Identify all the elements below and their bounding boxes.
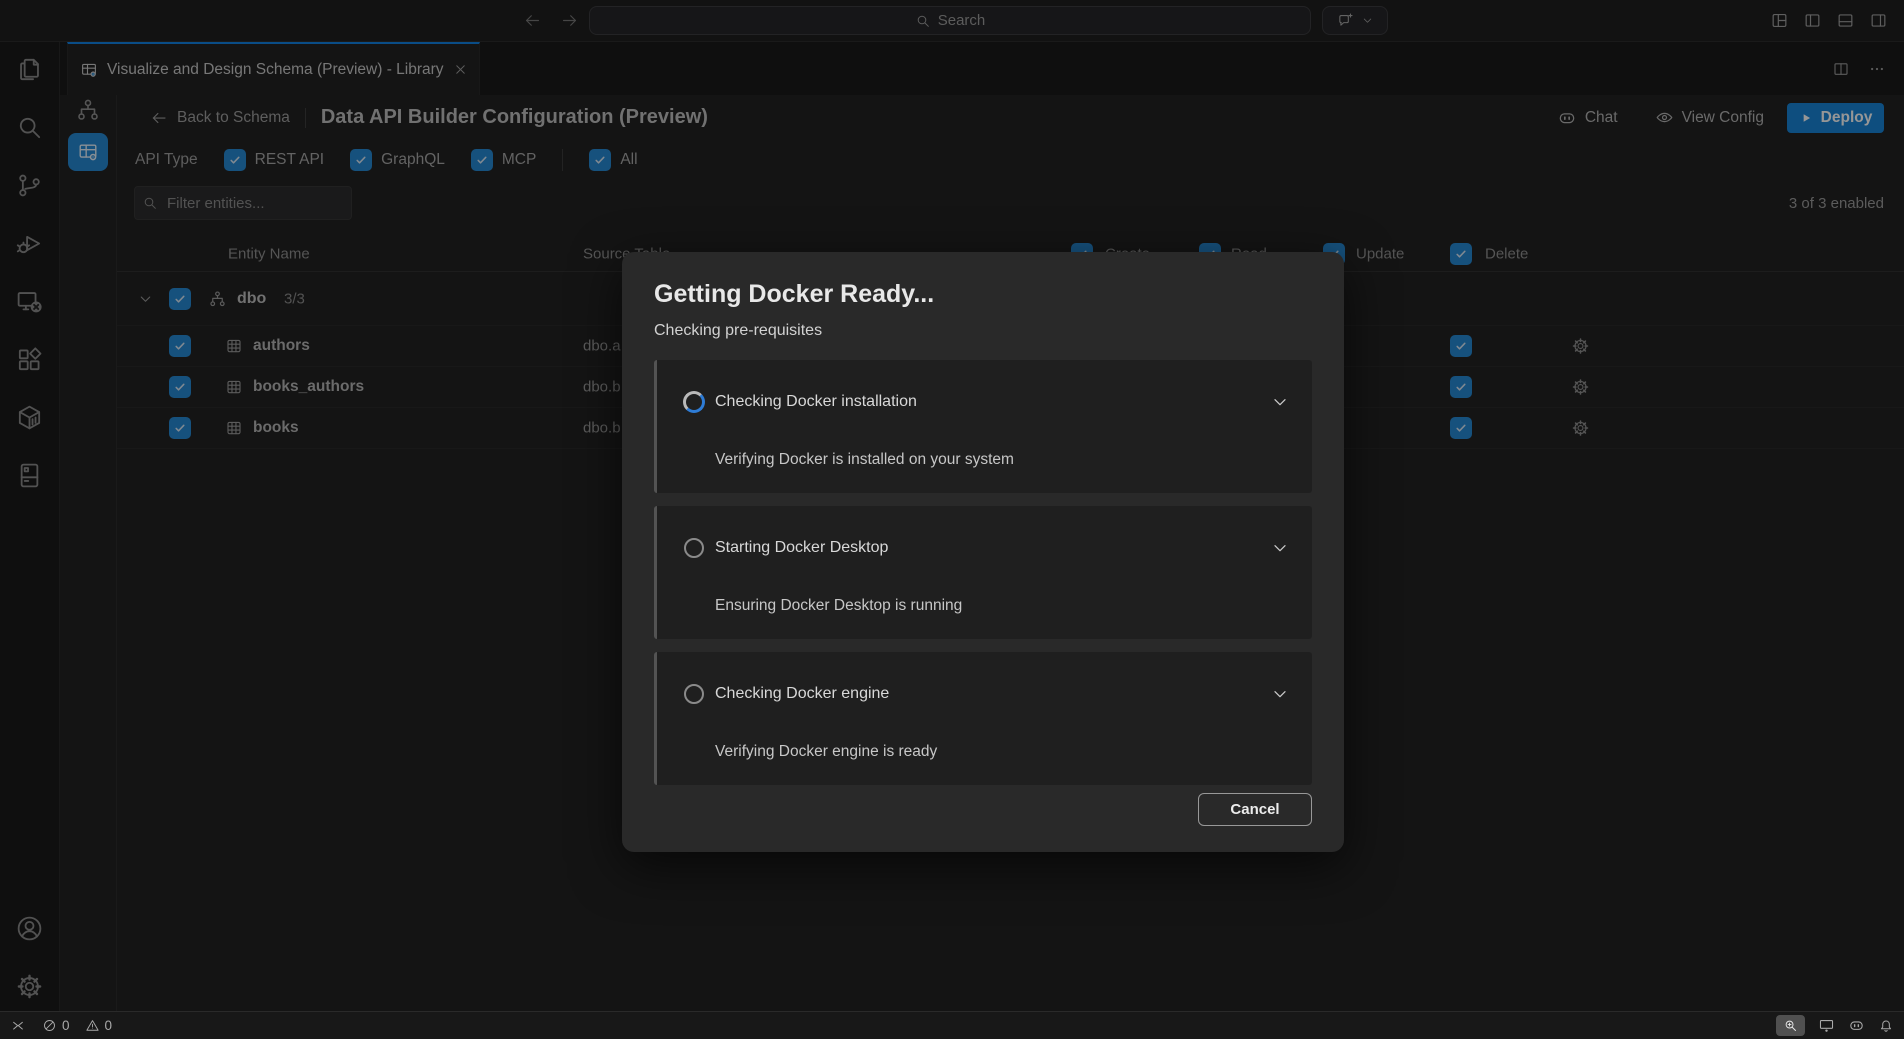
- notifications-bell-icon[interactable]: [1878, 1018, 1894, 1034]
- dialog-title: Getting Docker Ready...: [654, 280, 1312, 309]
- vscode-window: Search: [0, 0, 1904, 1039]
- step-description: Verifying Docker is installed on your sy…: [715, 451, 1288, 469]
- step-chevron-down-icon[interactable]: [1270, 538, 1290, 558]
- errors-count: 0: [62, 1018, 70, 1033]
- step-title: Checking Docker installation: [715, 393, 917, 411]
- remote-indicator-icon[interactable]: [10, 1018, 26, 1034]
- cancel-button[interactable]: Cancel: [1198, 793, 1312, 826]
- step-description: Ensuring Docker Desktop is running: [715, 597, 1288, 615]
- zoom-indicator-icon[interactable]: [1776, 1015, 1805, 1036]
- step-docker-installation: Checking Docker installation Verifying D…: [654, 360, 1312, 493]
- status-bar: 0 0: [0, 1011, 1904, 1039]
- spinner-icon: [683, 391, 705, 413]
- errors-icon: [42, 1018, 57, 1033]
- step-description: Verifying Docker engine is ready: [715, 743, 1288, 761]
- step-title: Starting Docker Desktop: [715, 539, 888, 557]
- copilot-status-icon[interactable]: [1848, 1017, 1865, 1034]
- docker-ready-dialog: Getting Docker Ready... Checking pre-req…: [622, 252, 1344, 852]
- dialog-subtitle: Checking pre-requisites: [654, 322, 1312, 340]
- step-docker-desktop: Starting Docker Desktop Ensuring Docker …: [654, 506, 1312, 639]
- warnings-count: 0: [105, 1018, 113, 1033]
- step-title: Checking Docker engine: [715, 685, 889, 703]
- problems-indicator[interactable]: 0 0: [42, 1018, 112, 1033]
- step-chevron-down-icon[interactable]: [1270, 392, 1290, 412]
- screencast-icon[interactable]: [1818, 1017, 1835, 1034]
- pending-circle-icon: [684, 538, 704, 558]
- warnings-icon: [85, 1018, 100, 1033]
- step-docker-engine: Checking Docker engine Verifying Docker …: [654, 652, 1312, 785]
- pending-circle-icon: [684, 684, 704, 704]
- step-chevron-down-icon[interactable]: [1270, 684, 1290, 704]
